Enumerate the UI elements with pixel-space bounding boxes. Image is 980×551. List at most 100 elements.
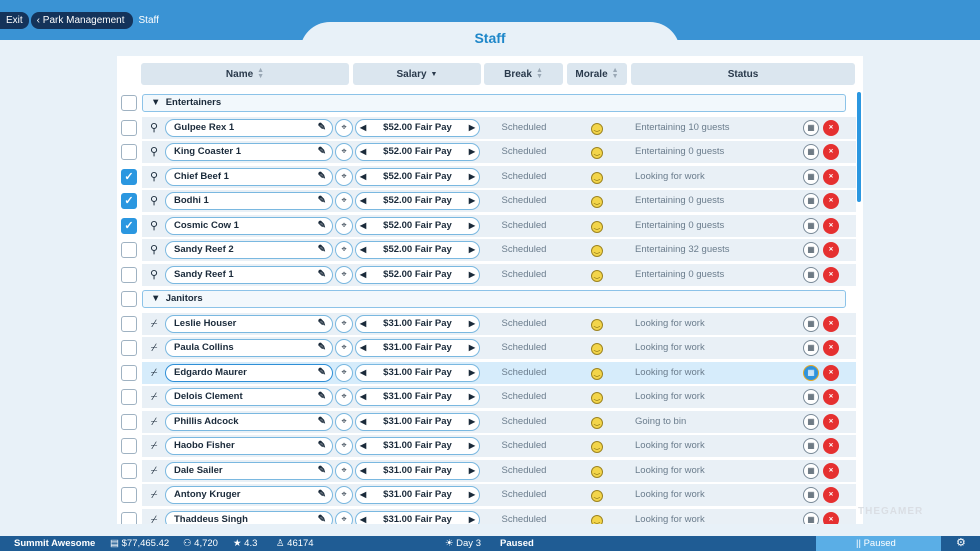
scrollbar[interactable] [857,92,861,202]
break-status[interactable]: Scheduled [483,435,565,457]
calendar-icon[interactable]: ▦ [803,389,819,405]
salary-stepper[interactable]: ◀ $52.00 Fair Pay ▶ [355,192,480,210]
column-header-break[interactable]: Break ▲ ▼ [484,63,563,85]
row-checkbox[interactable] [121,438,137,454]
break-status[interactable]: Scheduled [483,411,565,433]
calendar-icon[interactable]: ▦ [803,462,819,479]
map-pin-icon[interactable]: ⌖ [335,192,353,210]
staff-name-field[interactable]: Leslie Houser ✎ [165,314,333,333]
pencil-icon[interactable]: ✎ [318,193,326,208]
salary-stepper[interactable]: ◀ $31.00 Fair Pay ▶ [355,388,480,406]
pencil-icon[interactable]: ✎ [318,512,326,525]
map-pin-icon[interactable]: ⌖ [335,437,353,455]
park-management-link[interactable]: ‹ Park Management [30,12,133,29]
row-checkbox[interactable] [121,144,137,160]
group-checkbox[interactable] [121,95,137,111]
row-checkbox[interactable] [121,511,137,524]
fire-staff-icon[interactable]: ✕ [823,266,839,283]
table-row[interactable]: ✓ ⚲ Bodhi 1 ✎ ⌖ ◀ $52.00 Fair Pay ▶ Scheduled ‿ En… [117,190,863,212]
row-checkbox[interactable]: ✓ [121,217,137,234]
increase-salary-icon[interactable]: ▶ [469,512,475,525]
fire-staff-icon[interactable]: ✕ [823,119,839,136]
break-status[interactable]: Scheduled [483,166,565,188]
fire-staff-icon[interactable]: ✕ [823,511,839,524]
group-header[interactable]: ▼ Entertainers [117,92,863,114]
salary-stepper[interactable]: ◀ $52.00 Fair Pay ▶ [355,167,480,186]
map-pin-icon[interactable]: ⌖ [335,314,353,333]
pencil-icon[interactable]: ✎ [318,169,326,184]
pencil-icon[interactable]: ✎ [318,365,326,380]
decrease-salary-icon[interactable]: ◀ [360,389,366,404]
table-row[interactable]: ⌿ Antony Kruger ✎ ⌖ ◀ $31.00 Fair Pay ▶ Schedul… [117,484,863,506]
salary-stepper[interactable]: ◀ $31.00 Fair Pay ▶ [355,437,480,455]
map-pin-icon[interactable]: ⌖ [335,412,353,431]
decrease-salary-icon[interactable]: ◀ [360,438,366,453]
increase-salary-icon[interactable]: ▶ [469,120,475,135]
staff-name-field[interactable]: Delois Clement ✎ [165,388,333,406]
table-row[interactable]: ⌿ Dale Sailer ✎ ⌖ ◀ $31.00 Fair Pay ▶ Scheduled… [117,459,863,482]
fire-staff-icon[interactable]: ✕ [823,438,839,454]
increase-salary-icon[interactable]: ▶ [469,438,475,453]
calendar-icon[interactable]: ▦ [803,315,819,332]
row-checkbox[interactable] [121,315,137,332]
map-pin-icon[interactable]: ⌖ [335,167,353,186]
exit-button[interactable]: Exit [0,12,29,29]
group-header[interactable]: ▼ Janitors [117,288,863,310]
fire-staff-icon[interactable]: ✕ [823,242,839,258]
decrease-salary-icon[interactable]: ◀ [360,193,366,208]
break-status[interactable]: Scheduled [483,117,565,139]
staff-name-field[interactable]: King Coaster 1 ✎ [165,143,333,161]
break-status[interactable]: Scheduled [483,509,565,525]
break-status[interactable]: Scheduled [483,460,565,482]
fire-staff-icon[interactable]: ✕ [823,462,839,479]
staff-name-field[interactable]: Dale Sailer ✎ [165,461,333,480]
map-pin-icon[interactable]: ⌖ [335,143,353,161]
fire-staff-icon[interactable]: ✕ [823,340,839,356]
increase-salary-icon[interactable]: ▶ [469,340,475,355]
row-checkbox[interactable] [121,340,137,356]
pencil-icon[interactable]: ✎ [318,438,326,453]
table-row[interactable]: ✓ ⚲ Cosmic Cow 1 ✎ ⌖ ◀ $52.00 Fair Pay ▶ Schedul… [117,214,863,237]
staff-name-field[interactable]: Paula Collins ✎ [165,339,333,357]
break-status[interactable]: Scheduled [483,264,565,286]
break-status[interactable]: Scheduled [483,141,565,163]
decrease-salary-icon[interactable]: ◀ [360,487,366,502]
fire-staff-icon[interactable]: ✕ [823,364,839,381]
pencil-icon[interactable]: ✎ [318,340,326,355]
pause-toggle[interactable]: || Paused [816,536,941,551]
calendar-icon[interactable]: ▦ [803,242,819,258]
salary-stepper[interactable]: ◀ $31.00 Fair Pay ▶ [355,363,480,382]
salary-stepper[interactable]: ◀ $52.00 Fair Pay ▶ [355,118,480,137]
map-pin-icon[interactable]: ⌖ [335,265,353,284]
group-label[interactable]: ▼ Entertainers [142,94,846,112]
table-row[interactable]: ⚲ Sandy Reef 1 ✎ ⌖ ◀ $52.00 Fair Pay ▶ Schedule… [117,263,863,286]
map-pin-icon[interactable]: ⌖ [335,339,353,357]
row-checkbox[interactable] [121,119,137,136]
break-status[interactable]: Scheduled [483,313,565,335]
salary-stepper[interactable]: ◀ $31.00 Fair Pay ▶ [355,339,480,357]
row-checkbox[interactable]: ✓ [121,193,137,209]
staff-name-field[interactable]: Antony Kruger ✎ [165,486,333,504]
row-checkbox[interactable] [121,364,137,381]
pencil-icon[interactable]: ✎ [318,316,326,331]
increase-salary-icon[interactable]: ▶ [469,169,475,184]
pencil-icon[interactable]: ✎ [318,389,326,404]
staff-name-field[interactable]: Bodhi 1 ✎ [165,192,333,210]
increase-salary-icon[interactable]: ▶ [469,487,475,502]
row-checkbox[interactable] [121,242,137,258]
decrease-salary-icon[interactable]: ◀ [360,512,366,525]
staff-name-field[interactable]: Thaddeus Singh ✎ [165,510,333,525]
map-pin-icon[interactable]: ⌖ [335,118,353,137]
calendar-icon[interactable]: ▦ [803,340,819,356]
row-checkbox[interactable] [121,487,137,503]
fire-staff-icon[interactable]: ✕ [823,217,839,234]
table-row[interactable]: ⌿ Thaddeus Singh ✎ ⌖ ◀ $31.00 Fair Pay ▶ Schedu… [117,508,863,525]
break-status[interactable]: Scheduled [483,386,565,408]
increase-salary-icon[interactable]: ▶ [469,242,475,257]
staff-name-field[interactable]: Sandy Reef 2 ✎ [165,241,333,259]
salary-stepper[interactable]: ◀ $52.00 Fair Pay ▶ [355,241,480,259]
salary-stepper[interactable]: ◀ $52.00 Fair Pay ▶ [355,143,480,161]
increase-salary-icon[interactable]: ▶ [469,365,475,380]
break-status[interactable]: Scheduled [483,337,565,359]
increase-salary-icon[interactable]: ▶ [469,414,475,429]
